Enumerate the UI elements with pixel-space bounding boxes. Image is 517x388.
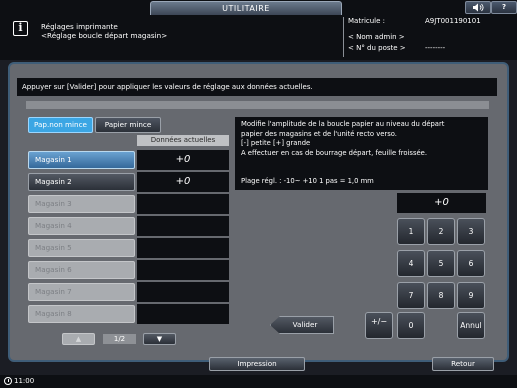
tab-thin-paper-not[interactable]: Pap.non mince bbox=[28, 117, 93, 133]
clock-icon bbox=[4, 377, 12, 385]
magazine-8-value bbox=[137, 304, 229, 324]
triangle-down-icon: ▼ bbox=[156, 335, 163, 343]
magazine-5-button: Magasin 5 bbox=[28, 239, 135, 257]
serial-label: Matricule : bbox=[348, 17, 386, 25]
description-line-4: A effectuer en cas de bourrage départ, f… bbox=[241, 148, 428, 157]
key-1[interactable]: 1 bbox=[397, 218, 425, 245]
description-line-3: [-] petite [+] grande bbox=[241, 139, 311, 147]
print-button[interactable]: Impression bbox=[209, 357, 305, 371]
key-2[interactable]: 2 bbox=[427, 218, 455, 245]
page-title: Réglages imprimante bbox=[41, 22, 118, 31]
serial-value: A9JT001190101 bbox=[425, 17, 481, 25]
post-number-value: -------- bbox=[425, 44, 446, 52]
tab-thin-paper[interactable]: Papier mince bbox=[95, 117, 161, 133]
separator-bar bbox=[26, 101, 489, 109]
help-button[interactable]: ? bbox=[491, 1, 517, 14]
description-line-2: papier des magasins et de l'unité recto … bbox=[241, 129, 397, 138]
magazine-2-value: +0 bbox=[137, 172, 229, 192]
key-5[interactable]: 5 bbox=[427, 250, 455, 277]
plus-minus-key[interactable]: +/− bbox=[365, 312, 393, 339]
triangle-up-icon: ▲ bbox=[75, 335, 82, 343]
admin-name-label: < Nom admin > bbox=[348, 33, 405, 41]
clock-time: 11:00 bbox=[14, 377, 35, 385]
instruction-message: Appuyer sur [Valider] pour appliquer les… bbox=[17, 78, 497, 96]
header-divider bbox=[343, 17, 344, 57]
key-0[interactable]: 0 bbox=[397, 312, 425, 339]
magazine-7-button: Magasin 7 bbox=[28, 283, 135, 301]
page-up-button: ▲ bbox=[62, 333, 95, 345]
validate-button[interactable]: Valider bbox=[270, 316, 334, 334]
key-4[interactable]: 4 bbox=[397, 250, 425, 277]
current-data-header: Données actuelles bbox=[137, 135, 229, 146]
description-line-1: Modifie l'amplitude de la boucle papier … bbox=[241, 120, 445, 128]
magazine-6-value bbox=[137, 260, 229, 280]
key-7[interactable]: 7 bbox=[397, 282, 425, 309]
key-8[interactable]: 8 bbox=[427, 282, 455, 309]
magazine-6-button: Magasin 6 bbox=[28, 261, 135, 279]
key-6[interactable]: 6 bbox=[457, 250, 485, 277]
page-indicator: 1/2 bbox=[103, 334, 136, 344]
magazine-4-button: Magasin 4 bbox=[28, 217, 135, 235]
speaker-icon bbox=[473, 3, 484, 12]
info-icon: i bbox=[13, 21, 28, 36]
magazine-4-value bbox=[137, 216, 229, 236]
magazine-7-value bbox=[137, 282, 229, 302]
magazine-1-button[interactable]: Magasin 1 bbox=[28, 151, 135, 169]
cancel-key[interactable]: Annul bbox=[457, 312, 485, 339]
page-subtitle: <Réglage boucle départ magasin> bbox=[41, 31, 168, 40]
tab-utilitaire[interactable]: UTILITAIRE bbox=[150, 1, 342, 15]
magazine-1-value: +0 bbox=[137, 150, 229, 170]
magazine-5-value bbox=[137, 238, 229, 258]
page-down-button[interactable]: ▼ bbox=[143, 333, 176, 345]
key-9[interactable]: 9 bbox=[457, 282, 485, 309]
magazine-2-button[interactable]: Magasin 2 bbox=[28, 173, 135, 191]
adjust-range: Plage régl. : -10~ +10 1 pas = 1,0 mm bbox=[241, 177, 374, 185]
magazine-3-value bbox=[137, 194, 229, 214]
input-value-display: +0 bbox=[397, 193, 486, 213]
post-number-label: < N° du poste > bbox=[348, 44, 406, 52]
sound-button[interactable] bbox=[465, 1, 491, 14]
key-3[interactable]: 3 bbox=[457, 218, 485, 245]
status-bar bbox=[0, 375, 517, 388]
magazine-8-button: Magasin 8 bbox=[28, 305, 135, 323]
back-button[interactable]: Retour bbox=[432, 357, 494, 371]
magazine-3-button: Magasin 3 bbox=[28, 195, 135, 213]
